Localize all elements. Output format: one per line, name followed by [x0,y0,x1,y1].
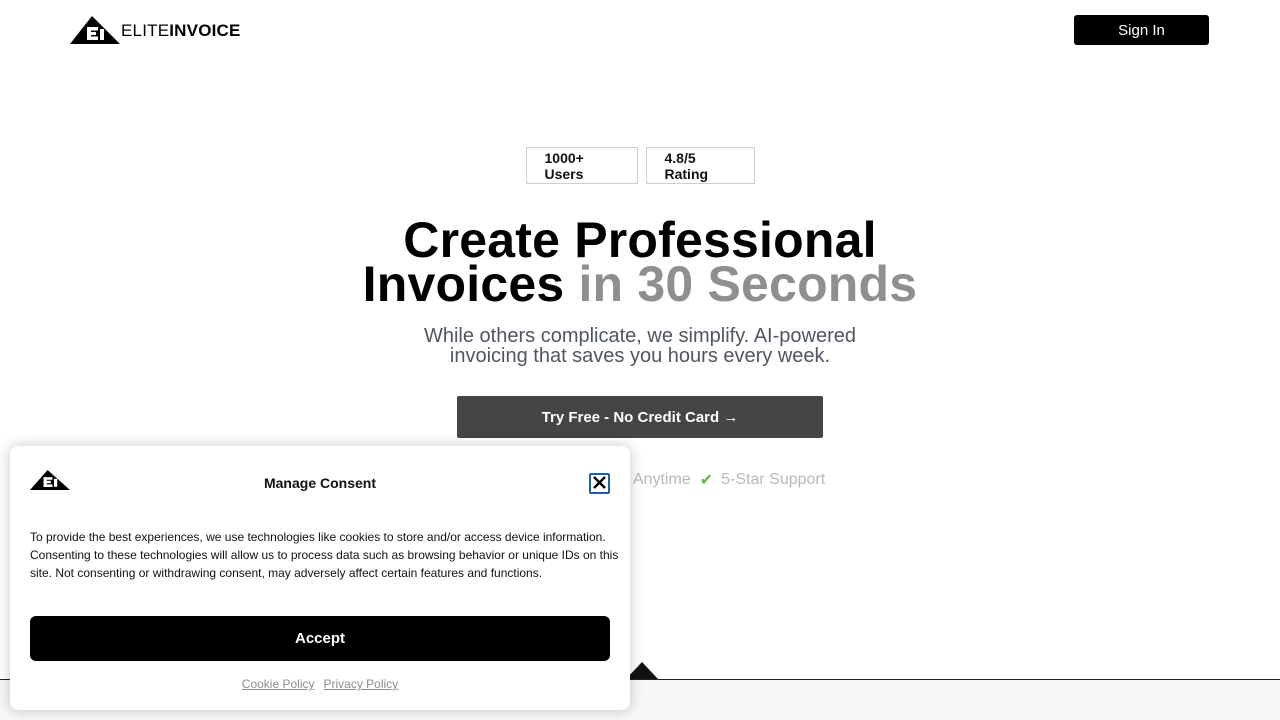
hero-headline: Create Professional Invoices in 30 Secon… [0,215,1280,309]
accept-button[interactable]: Accept [30,616,610,661]
users-badge: 1000+ Users [525,147,638,184]
privacy-policy-link[interactable]: Privacy Policy [324,677,399,691]
brand-wordmark: ELITEINVOICE [121,22,241,39]
sign-in-button[interactable]: Sign In [1074,15,1209,45]
feature-five-star-support: 5-Star Support [721,471,826,488]
cookie-policy-link[interactable]: Cookie Policy [242,677,315,691]
try-free-button[interactable]: Try Free - No Credit Card → [457,396,823,438]
consent-dialog: Manage Consent To provide the best exper… [10,446,630,710]
trust-badges: 1000+ Users 4.8/5 Rating [0,147,1280,184]
close-button[interactable] [589,473,610,494]
rating-badge: 4.8/5 Rating [645,147,755,184]
site-header: ELITEINVOICE Sign In [0,0,1280,60]
brand-wordmark-elite: ELITE [121,20,170,40]
brand-logo[interactable]: ELITEINVOICE [70,16,241,44]
consent-links: Cookie Policy Privacy Policy [10,677,630,691]
scroll-indicator-icon [626,662,658,679]
feature-list: ncel Anytime ✔ 5-Star Support [600,470,825,490]
subhead-line-1: While others complicate, we simplify. AI… [423,325,856,347]
subhead-line-2: invoicing that saves you hours every wee… [449,345,831,367]
hero-subheadline: While others complicate, we simplify. AI… [0,326,1280,366]
elite-logo-icon [70,16,120,44]
check-icon: ✔ [699,472,714,489]
close-icon [593,475,606,492]
headline-line-2-dark: Invoices [362,256,565,312]
consent-body: To provide the best experiences, we use … [30,530,619,580]
consent-title: Manage Consent [263,475,376,491]
headline-line-2-grey: in 30 Seconds [578,256,918,312]
brand-wordmark-invoice: INVOICE [169,20,241,40]
page: ELITEINVOICE Sign In 1000+ Users 4.8/5 R… [0,0,1280,720]
